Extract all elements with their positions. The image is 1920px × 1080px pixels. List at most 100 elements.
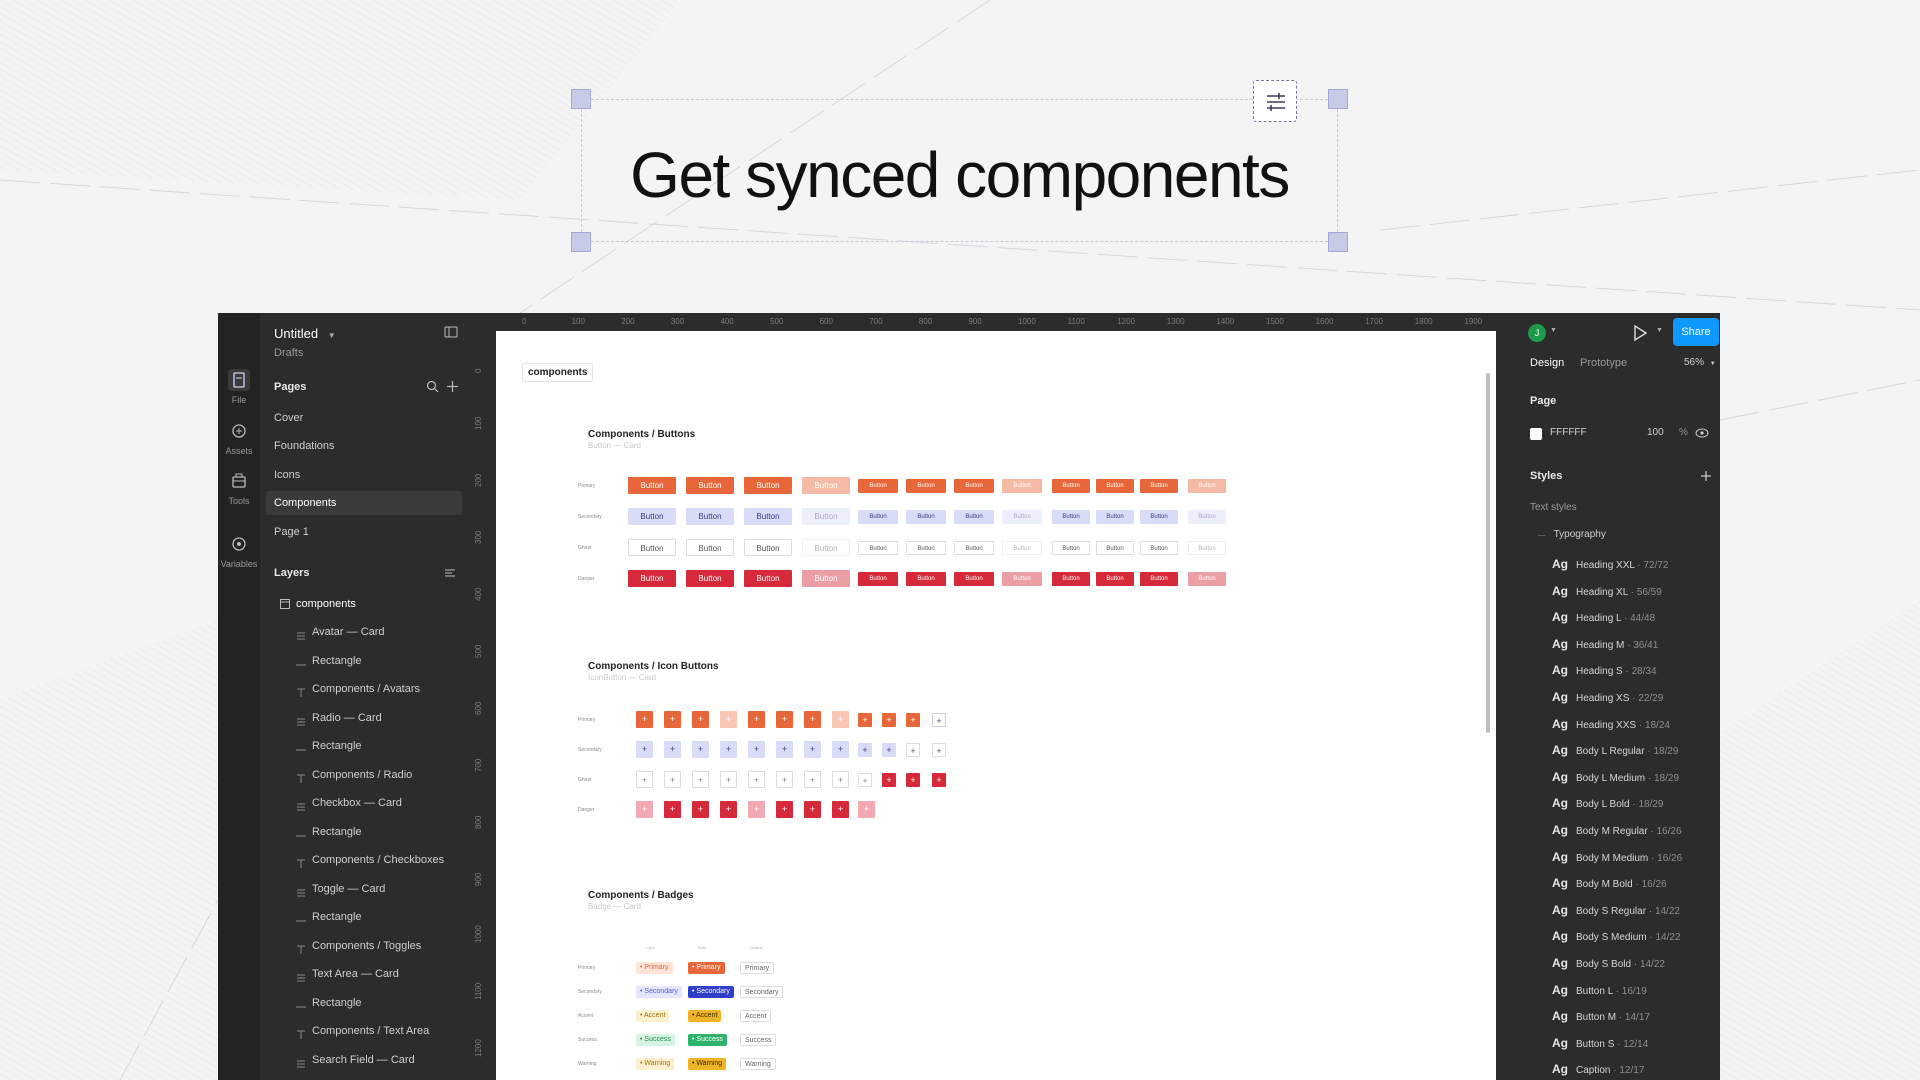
page-item-cover[interactable]: Cover — [266, 406, 462, 430]
plus-icon-button[interactable]: + — [804, 711, 821, 728]
canvas-button[interactable]: Button — [1052, 540, 1090, 555]
eye-icon[interactable] — [1695, 428, 1709, 438]
plus-icon-button[interactable]: + — [832, 711, 849, 728]
resize-handle-top-right[interactable] — [1328, 89, 1348, 109]
canvas-button[interactable]: Button — [1140, 478, 1178, 493]
text-style-item[interactable]: Ag Heading XL · 56/59 — [1552, 578, 1662, 604]
plus-icon-button[interactable]: + — [692, 711, 709, 728]
text-style-item[interactable]: Ag Heading M · 36/41 — [1552, 631, 1658, 657]
canvas-button[interactable]: Button — [1140, 540, 1178, 555]
layer-item[interactable]: Components / Checkboxes — [290, 849, 460, 871]
canvas-button[interactable]: Button — [802, 539, 850, 556]
avatar[interactable]: J — [1528, 324, 1546, 342]
text-style-item[interactable]: Ag Heading XS · 22/29 — [1552, 684, 1663, 710]
resize-handle-bottom-right[interactable] — [1328, 232, 1348, 252]
page-color-swatch[interactable] — [1530, 428, 1542, 440]
page-item-icons[interactable]: Icons — [266, 463, 462, 487]
adjustments-icon[interactable] — [1253, 80, 1297, 122]
layer-item[interactable]: Rectangle — [290, 650, 460, 672]
plus-icon-button[interactable]: + — [636, 771, 653, 788]
text-style-item[interactable]: Ag Heading XXS · 18/24 — [1552, 711, 1670, 737]
text-style-item[interactable]: Ag Body S Bold · 14/22 — [1552, 950, 1665, 976]
canvas-button[interactable]: Button — [954, 571, 994, 586]
plus-icon-button[interactable]: + — [932, 772, 946, 787]
text-style-item[interactable]: Ag Button M · 14/17 — [1552, 1003, 1650, 1029]
plus-icon-button[interactable]: + — [804, 771, 821, 788]
plus-icon-button[interactable]: + — [720, 741, 737, 758]
layer-item[interactable]: Rectangle — [290, 992, 460, 1014]
canvas-button[interactable]: Button — [686, 570, 734, 587]
plus-icon-button[interactable]: + — [832, 801, 849, 818]
canvas-button[interactable]: Button — [744, 539, 792, 556]
share-button[interactable]: Share — [1673, 318, 1719, 346]
plus-icon-button[interactable]: + — [636, 801, 653, 818]
plus-icon-button[interactable]: + — [858, 742, 872, 757]
layers-options-icon[interactable] — [444, 567, 456, 579]
sidebar-toggle-icon[interactable] — [444, 326, 458, 338]
layer-item[interactable]: Rectangle — [290, 735, 460, 757]
file-name-dropdown[interactable]: Untitled ▼ — [274, 326, 336, 341]
layer-item[interactable]: Text Area — Card — [290, 963, 460, 985]
canvas-button[interactable]: Button — [858, 540, 898, 555]
plus-icon-button[interactable]: + — [906, 772, 920, 787]
canvas-button[interactable]: Button — [1096, 571, 1134, 586]
canvas-button[interactable]: Button — [1052, 571, 1090, 586]
rail-variables[interactable]: Variables — [218, 533, 260, 569]
plus-icon-button[interactable]: + — [720, 711, 737, 728]
canvas-button[interactable]: Button — [1002, 509, 1042, 524]
text-style-item[interactable]: Ag Body S Regular · 14/22 — [1552, 897, 1680, 923]
canvas-button[interactable]: Button — [628, 539, 676, 556]
plus-icon-button[interactable]: + — [636, 741, 653, 758]
plus-icon-button[interactable]: + — [748, 711, 765, 728]
plus-icon-button[interactable]: + — [858, 772, 872, 787]
canvas-button[interactable]: Button — [628, 508, 676, 525]
plus-icon-button[interactable]: + — [776, 801, 793, 818]
plus-icon-button[interactable]: + — [804, 741, 821, 758]
canvas-button[interactable]: Button — [686, 477, 734, 494]
tab-design[interactable]: Design — [1530, 357, 1564, 369]
zoom-dropdown[interactable]: 56% ▼ — [1684, 357, 1716, 368]
canvas-button[interactable]: Button — [686, 508, 734, 525]
plus-icon-button[interactable]: + — [692, 771, 709, 788]
plus-icon-button[interactable]: + — [664, 771, 681, 788]
canvas-button[interactable]: Button — [1002, 478, 1042, 493]
plus-icon-button[interactable]: + — [932, 742, 946, 757]
layer-item[interactable]: Avatar — Card — [290, 621, 460, 643]
plus-icon-button[interactable]: + — [882, 742, 896, 757]
text-style-item[interactable]: Ag Caption · 12/17 — [1552, 1056, 1644, 1080]
canvas-button[interactable]: Button — [1140, 509, 1178, 524]
layer-item[interactable]: Search Field — Card — [290, 1049, 460, 1071]
canvas-button[interactable]: Button — [858, 571, 898, 586]
layer-item[interactable]: Toggle — Card — [290, 878, 460, 900]
page-item-components[interactable]: Components — [266, 491, 462, 515]
add-style-icon[interactable] — [1700, 470, 1712, 482]
plus-icon-button[interactable]: + — [748, 741, 765, 758]
rail-assets[interactable]: Assets — [218, 420, 260, 456]
canvas-button[interactable]: Button — [744, 570, 792, 587]
canvas-button[interactable]: Button — [744, 508, 792, 525]
add-page-icon[interactable] — [446, 380, 459, 393]
layer-item[interactable]: Components / Radio — [290, 764, 460, 786]
canvas-button[interactable]: Button — [906, 478, 946, 493]
layer-item[interactable]: Radio — Card — [290, 707, 460, 729]
canvas-button[interactable]: Button — [954, 509, 994, 524]
canvas-button[interactable]: Button — [1188, 540, 1226, 555]
page-item-page-1[interactable]: Page 1 — [266, 520, 462, 544]
canvas-button[interactable]: Button — [906, 509, 946, 524]
canvas-button[interactable]: Button — [1188, 571, 1226, 586]
layer-item[interactable]: Rectangle — [290, 906, 460, 928]
plus-icon-button[interactable]: + — [776, 711, 793, 728]
canvas-button[interactable]: Button — [906, 540, 946, 555]
design-canvas[interactable]: components Components / Buttons Button —… — [496, 331, 1496, 1080]
present-chevron-icon[interactable]: ▼ — [1656, 327, 1663, 334]
text-style-item[interactable]: Ag Button S · 12/14 — [1552, 1030, 1648, 1056]
text-style-item[interactable]: Ag Body M Regular · 16/26 — [1552, 817, 1682, 843]
canvas-button[interactable]: Button — [1052, 478, 1090, 493]
layer-item[interactable]: Components / Text Area — [290, 1020, 460, 1042]
layer-item[interactable]: Checkbox — Card — [290, 792, 460, 814]
layer-item[interactable]: Components / Avatars — [290, 678, 460, 700]
canvas-button[interactable]: Button — [1140, 571, 1178, 586]
plus-icon-button[interactable]: + — [832, 771, 849, 788]
canvas-button[interactable]: Button — [628, 477, 676, 494]
plus-icon-button[interactable]: + — [720, 771, 737, 788]
